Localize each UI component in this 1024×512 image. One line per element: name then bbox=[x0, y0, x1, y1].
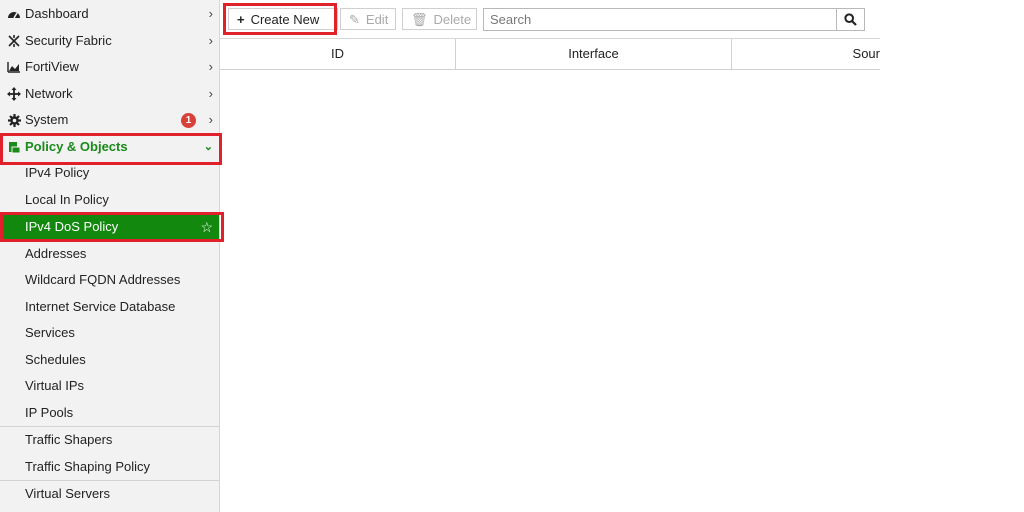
sidebar-item-label: Security Fabric bbox=[25, 33, 112, 48]
sidebar-subitem-virtual-servers[interactable]: Virtual Servers bbox=[0, 481, 219, 507]
sidebar-subitem-traffic-shapers[interactable]: Traffic Shapers bbox=[0, 427, 219, 453]
column-header-interface[interactable]: Interface bbox=[456, 39, 732, 69]
edit-label: Edit bbox=[365, 12, 389, 27]
trash-icon: 🗑 bbox=[411, 12, 428, 27]
sidebar-item-label: FortiView bbox=[25, 59, 79, 74]
sidebar-item-system[interactable]: System 1 › bbox=[0, 107, 219, 133]
sidebar-subitem-label: IP Pools bbox=[25, 405, 74, 420]
sidebar-subitem-services[interactable]: Services bbox=[0, 320, 219, 346]
network-arrows-icon bbox=[6, 81, 22, 107]
chevron-right-icon: › bbox=[208, 86, 213, 101]
sidebar-item-dashboard[interactable]: Dashboard › bbox=[0, 1, 219, 27]
table-header: ID Interface Sour bbox=[220, 38, 880, 70]
pencil-icon: ✎ bbox=[349, 12, 360, 27]
security-fabric-icon bbox=[6, 28, 22, 54]
sidebar-item-label: System bbox=[25, 112, 69, 127]
sidebar-subitem-label: Wildcard FQDN Addresses bbox=[25, 272, 181, 287]
delete-button[interactable]: 🗑 Delete bbox=[402, 8, 477, 30]
toolbar: + Create New ✎ Edit 🗑 Delete bbox=[220, 0, 880, 38]
sidebar-subitem-ip-pools[interactable]: IP Pools bbox=[0, 400, 219, 426]
sidebar-item-security-fabric[interactable]: Security Fabric › bbox=[0, 28, 219, 54]
sidebar-item-fortiview[interactable]: FortiView › bbox=[0, 54, 219, 80]
delete-label: Delete bbox=[433, 12, 472, 27]
sidebar-subitem-label: Traffic Shaping Policy bbox=[25, 459, 151, 474]
sidebar-subitem-schedules[interactable]: Schedules bbox=[0, 347, 219, 373]
highlight-box-create-new bbox=[223, 3, 337, 35]
sidebar-subitem-wildcard-fqdn[interactable]: Wildcard FQDN Addresses bbox=[0, 267, 219, 293]
area-chart-icon bbox=[6, 54, 22, 80]
column-header-source[interactable]: Sour bbox=[732, 39, 880, 69]
sidebar-subitem-label: Local In Policy bbox=[25, 192, 109, 207]
sidebar-subitem-virtual-ips[interactable]: Virtual IPs bbox=[0, 373, 219, 399]
sidebar-subitem-label: Addresses bbox=[25, 246, 87, 261]
sidebar-subitem-addresses[interactable]: Addresses bbox=[0, 241, 219, 267]
sidebar-subitem-local-in-policy[interactable]: Local In Policy bbox=[0, 187, 219, 213]
edit-button[interactable]: ✎ Edit bbox=[340, 8, 396, 30]
highlight-box-ipv4-dos-policy bbox=[0, 212, 224, 242]
sidebar-subitem-label: Traffic Shapers bbox=[25, 432, 113, 447]
sidebar-subitem-label: Services bbox=[25, 325, 75, 340]
sidebar-subitem-label: Virtual IPs bbox=[25, 378, 85, 393]
search-input[interactable] bbox=[483, 8, 837, 31]
sidebar-subitem-label: Virtual Servers bbox=[25, 486, 111, 501]
sidebar-subitem-label: IPv4 Policy bbox=[25, 165, 90, 180]
chevron-right-icon: › bbox=[208, 112, 213, 127]
sidebar-subitem-internet-service-db[interactable]: Internet Service Database bbox=[0, 294, 219, 320]
gear-icon bbox=[6, 107, 22, 133]
sidebar-item-label: Dashboard bbox=[25, 6, 89, 21]
dashboard-gauge-icon bbox=[6, 1, 22, 27]
chevron-right-icon: › bbox=[208, 33, 213, 48]
sidebar-subitem-label: Internet Service Database bbox=[25, 299, 176, 314]
notification-badge: 1 bbox=[181, 113, 196, 128]
sidebar-item-network[interactable]: Network › bbox=[0, 81, 219, 107]
search-button[interactable] bbox=[836, 8, 865, 31]
sidebar-subitem-label: Schedules bbox=[25, 352, 86, 367]
chevron-right-icon: › bbox=[208, 59, 213, 74]
column-header-id[interactable]: ID bbox=[220, 39, 456, 69]
sidebar: Dashboard › Security Fabric › FortiView … bbox=[0, 0, 224, 512]
sidebar-subitem-ipv4-policy[interactable]: IPv4 Policy bbox=[0, 160, 219, 186]
search-icon bbox=[844, 13, 857, 26]
sidebar-subitem-traffic-shaping-policy[interactable]: Traffic Shaping Policy bbox=[0, 454, 219, 480]
chevron-right-icon: › bbox=[208, 6, 213, 21]
sidebar-item-label: Network bbox=[25, 86, 73, 101]
